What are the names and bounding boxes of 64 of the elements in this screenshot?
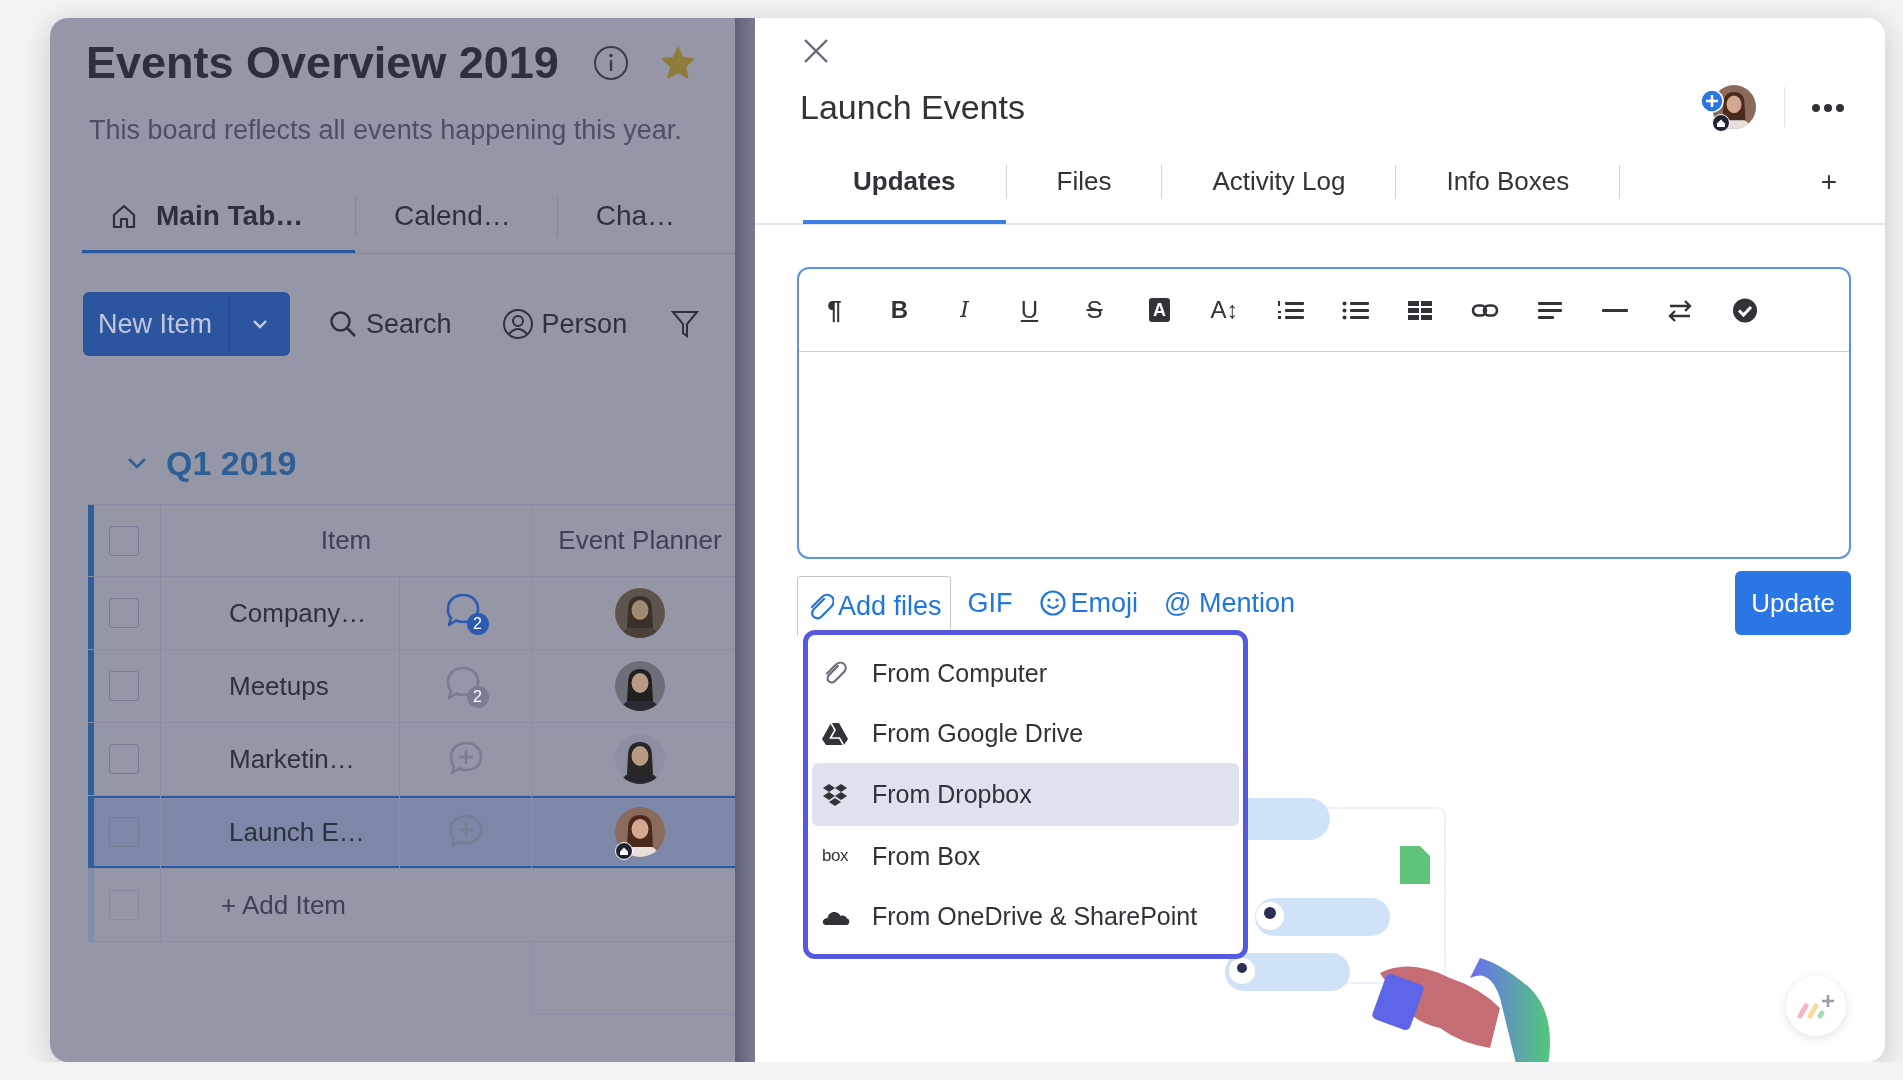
add-app-button[interactable]: [1786, 976, 1846, 1036]
menu-item[interactable]: From Computer: [812, 643, 1239, 703]
row-checkbox[interactable]: [109, 598, 139, 628]
check-circle-icon: [1730, 297, 1759, 323]
board-description: This board reflects all events happening this year.: [89, 115, 683, 146]
updates-button[interactable]: 2: [442, 591, 489, 635]
updates-button[interactable]: 2: [442, 664, 489, 708]
row-checkbox[interactable]: [109, 817, 139, 847]
board-tab[interactable]: Cha…: [557, 181, 722, 253]
table-cell: Meetups: [161, 650, 400, 722]
box-logo: box: [822, 846, 848, 866]
menu-item[interactable]: From OneDrive & SharePoint: [812, 886, 1239, 946]
update-button[interactable]: Update: [1735, 571, 1851, 635]
person-icon: [501, 308, 534, 340]
row-checkbox[interactable]: [109, 671, 139, 701]
panel-tab[interactable]: Files: [1006, 142, 1162, 224]
board-title: Events Overview 2019: [86, 37, 559, 89]
bold-button[interactable]: B: [867, 285, 932, 335]
smiley-icon: [1038, 589, 1067, 617]
item-title: Launch Events: [800, 87, 1026, 127]
table-cell: Launch E…: [161, 796, 400, 868]
close-icon[interactable]: [803, 38, 829, 64]
table-row[interactable]: Launch E…: [88, 796, 735, 869]
brand-strokes-icon: [1796, 992, 1836, 1020]
filter-icon[interactable]: [671, 309, 700, 339]
count-badge: 2: [466, 686, 489, 708]
add-tab-button[interactable]: +: [1820, 166, 1837, 198]
gif-button[interactable]: GIF: [958, 576, 1022, 630]
strikethrough-button[interactable]: S: [1062, 285, 1127, 335]
search-button[interactable]: Search: [328, 308, 452, 340]
group-title: Q1 2019: [166, 443, 297, 483]
info-icon[interactable]: [592, 45, 629, 81]
more-icon[interactable]: [1811, 103, 1845, 113]
paragraph-button[interactable]: ¶: [802, 285, 867, 335]
count-badge: 2: [466, 613, 489, 635]
mention-button[interactable]: @ Mention: [1155, 576, 1305, 630]
panel-tab[interactable]: Updates: [803, 142, 1006, 224]
star-icon[interactable]: [660, 46, 695, 80]
table-cell: Marketin…: [161, 723, 400, 795]
column-header: Event Planner: [557, 524, 723, 557]
triangle-icon: [822, 720, 850, 746]
row-checkbox[interactable]: [109, 744, 139, 774]
panel-tab[interactable]: Activity Log: [1162, 142, 1396, 224]
underline-button[interactable]: U: [997, 285, 1062, 335]
horizontal-line-icon: [1600, 308, 1629, 312]
menu-item[interactable]: box From Box: [812, 826, 1239, 886]
table-cell: Company…: [161, 577, 400, 649]
new-item-button[interactable]: New Item: [83, 292, 231, 356]
board-tab[interactable]: Main Tab…: [82, 181, 355, 253]
menu-item[interactable]: From Google Drive: [812, 703, 1239, 763]
scrollbar[interactable]: [735, 18, 755, 1062]
add-item-button[interactable]: + Add Item: [221, 889, 347, 921]
text-color-button[interactable]: A: [1127, 285, 1192, 335]
font-size-button[interactable]: A↕: [1192, 285, 1257, 335]
new-item-dropdown-button[interactable]: [230, 292, 291, 356]
panel-tab[interactable]: Info Boxes: [1396, 142, 1620, 224]
header-checkbox[interactable]: [109, 525, 139, 556]
board-tab[interactable]: Calend…: [356, 181, 557, 253]
italic-button[interactable]: I: [932, 285, 997, 335]
menu-item[interactable]: From Dropbox: [812, 763, 1239, 826]
emoji-button[interactable]: Emoji: [1029, 576, 1148, 630]
plus-badge-icon[interactable]: [1700, 89, 1724, 113]
column-header: Item: [161, 505, 532, 576]
person-filter-button[interactable]: Person: [501, 308, 628, 340]
